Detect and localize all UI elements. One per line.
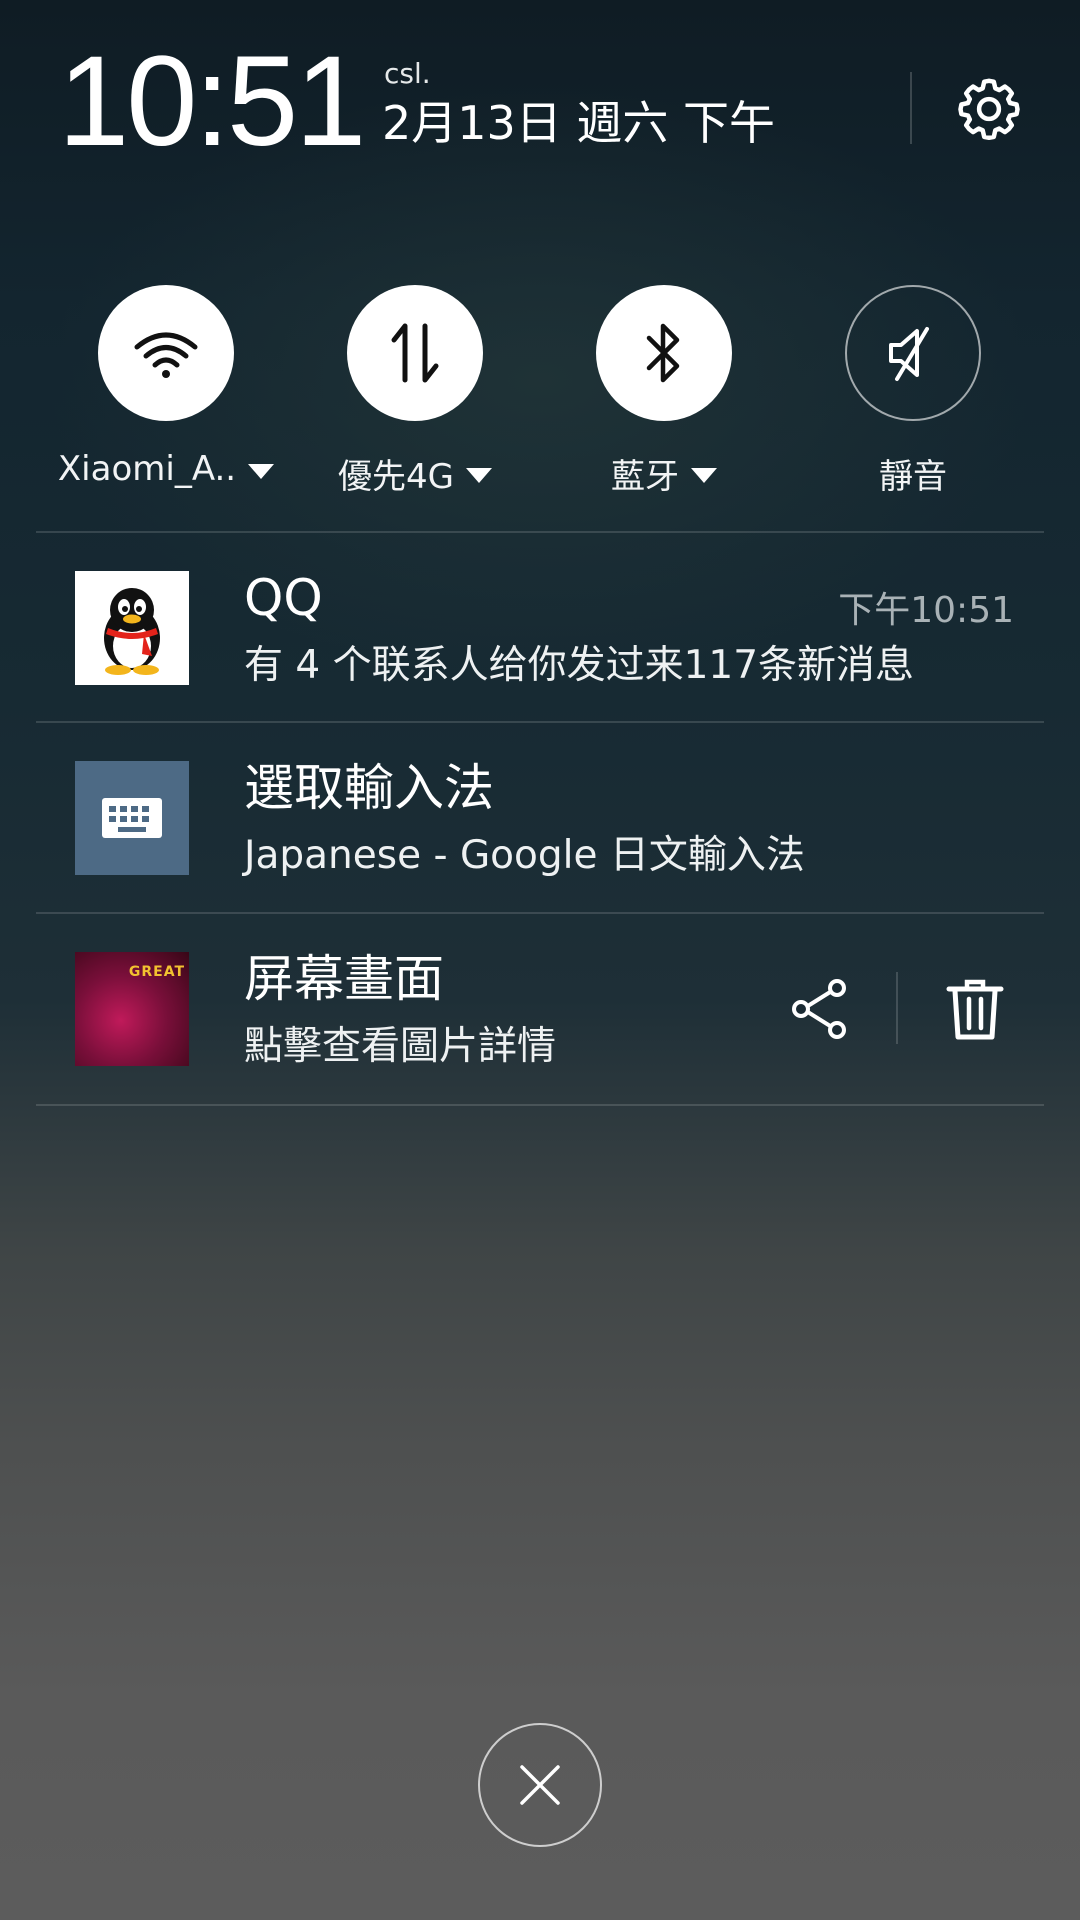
notification-qq[interactable]: QQ 下午10:51 有 4 个联系人给你发过来117条新消息 xyxy=(0,531,1080,721)
notification-input-method[interactable]: 選取輸入法 Japanese - Google 日文輸入法 xyxy=(0,721,1080,911)
quick-settings-toggles: Xiaomi_A.. 優先4G 藍牙 靜音 xyxy=(0,285,1080,505)
bluetooth-icon xyxy=(646,323,680,383)
header-divider xyxy=(910,72,912,144)
notification-title: 選取輸入法 xyxy=(244,759,494,817)
wifi-toggle-circle[interactable] xyxy=(98,285,234,421)
toggle-silent[interactable]: 靜音 xyxy=(788,285,1038,498)
mobile-data-label-text: 優先4G xyxy=(338,457,454,497)
notification-title: QQ xyxy=(244,569,323,627)
thumbnail-text: GREAT xyxy=(128,964,185,980)
keyboard-app-icon xyxy=(75,761,189,875)
notification-text: 有 4 个联系人给你发过来117条新消息 xyxy=(244,643,915,688)
bluetooth-label-text: 藍牙 xyxy=(611,457,679,497)
chevron-down-icon[interactable] xyxy=(465,468,492,483)
silent-toggle-circle[interactable] xyxy=(845,285,981,421)
bluetooth-toggle-label[interactable]: 藍牙 xyxy=(539,449,789,498)
mobile-data-toggle-label[interactable]: 優先4G xyxy=(290,449,540,498)
screenshot-thumbnail: GREAT xyxy=(75,952,189,1066)
date-text[interactable]: 2月13日 週六 下午 xyxy=(382,100,775,146)
trash-icon xyxy=(946,979,1004,1040)
notification-screenshot[interactable]: GREAT 屏幕畫面 點擊查看圖片詳情 xyxy=(0,912,1080,1102)
delete-button[interactable] xyxy=(938,970,1012,1050)
toggle-wifi[interactable]: Xiaomi_A.. xyxy=(41,285,291,489)
silent-toggle-label[interactable]: 靜音 xyxy=(788,449,1038,498)
qq-penguin-icon xyxy=(104,588,160,675)
share-button[interactable] xyxy=(782,972,856,1046)
chevron-down-icon[interactable] xyxy=(248,463,275,479)
notification-title: 屏幕畫面 xyxy=(244,950,444,1008)
keyboard-icon xyxy=(102,798,162,838)
wifi-icon xyxy=(134,332,198,378)
silent-label-text: 靜音 xyxy=(879,457,947,497)
divider xyxy=(36,1104,1044,1106)
wifi-toggle-label[interactable]: Xiaomi_A.. xyxy=(41,449,291,489)
gear-icon xyxy=(958,78,1020,141)
clock: 10:51 xyxy=(58,30,366,173)
settings-button[interactable] xyxy=(952,72,1026,146)
notification-time: 下午10:51 xyxy=(838,590,1014,631)
clear-all-button[interactable] xyxy=(478,1723,602,1847)
notification-text: Japanese - Google 日文輸入法 xyxy=(244,833,805,878)
share-icon xyxy=(792,979,846,1039)
mobile-data-icon xyxy=(391,323,439,383)
action-divider xyxy=(896,972,898,1044)
qq-app-icon xyxy=(75,571,189,685)
carrier-name: csl. xyxy=(384,57,431,90)
speaker-muted-icon xyxy=(889,327,929,381)
chevron-down-icon[interactable] xyxy=(691,468,717,483)
wifi-network-name: Xiaomi_A.. xyxy=(57,449,237,489)
toggle-mobile-data[interactable]: 優先4G xyxy=(290,285,540,498)
close-icon xyxy=(520,1765,560,1805)
bluetooth-toggle-circle[interactable] xyxy=(596,285,732,421)
toggle-bluetooth[interactable]: 藍牙 xyxy=(539,285,789,498)
notification-text: 點擊查看圖片詳情 xyxy=(244,1024,557,1069)
mobile-data-toggle-circle[interactable] xyxy=(347,285,483,421)
